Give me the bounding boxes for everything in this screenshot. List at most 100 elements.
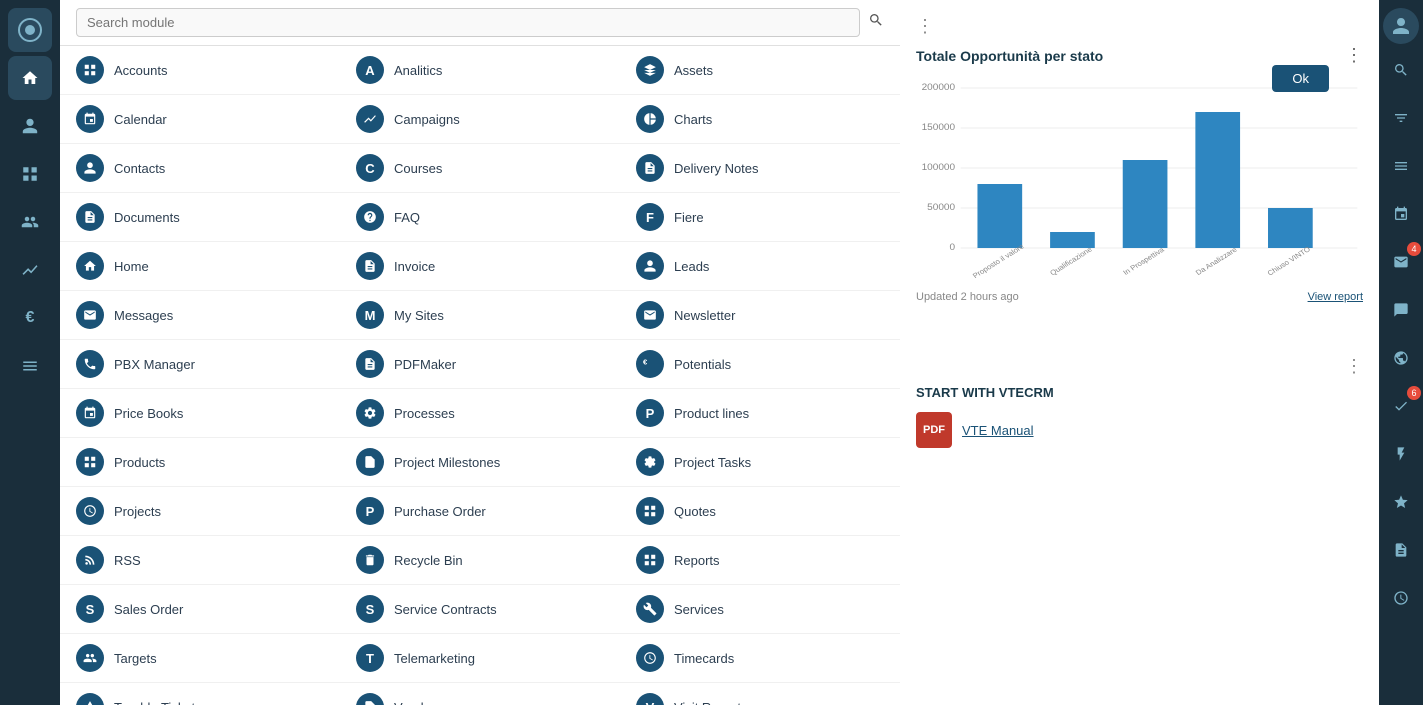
user-avatar[interactable]: [1383, 8, 1419, 44]
module-item-contacts[interactable]: Contacts: [60, 144, 340, 193]
module-item-product-lines[interactable]: PProduct lines: [620, 389, 900, 438]
module-item-services[interactable]: Services: [620, 585, 900, 634]
module-item-potentials[interactable]: €Potentials: [620, 340, 900, 389]
module-name-leads: Leads: [674, 259, 709, 274]
module-item-vendors[interactable]: Vendors: [340, 683, 620, 705]
module-item-projects[interactable]: Projects: [60, 487, 340, 536]
filter-right-icon[interactable]: [1379, 96, 1423, 140]
logo-icon[interactable]: [8, 8, 52, 52]
module-item-charts[interactable]: Charts: [620, 95, 900, 144]
module-item-leads[interactable]: Leads: [620, 242, 900, 291]
module-name-campaigns: Campaigns: [394, 112, 460, 127]
module-grid: AccountsAAnaliticsAssets Calendar Campaign…: [60, 46, 900, 705]
module-item-accounts[interactable]: Accounts: [60, 46, 340, 95]
module-item-visit-report[interactable]: VVisit Report: [620, 683, 900, 705]
module-icon-quotes: [636, 497, 664, 525]
dashboard-sidebar-icon[interactable]: [8, 152, 52, 196]
check-right-wrap: 6: [1379, 384, 1423, 428]
search-input[interactable]: [76, 8, 860, 37]
module-item-delivery-notes[interactable]: Delivery Notes: [620, 144, 900, 193]
module-item-assets[interactable]: Assets: [620, 46, 900, 95]
module-item-fiere[interactable]: FFiere: [620, 193, 900, 242]
module-item-invoice[interactable]: Invoice: [340, 242, 620, 291]
start-menu-icon[interactable]: ⋮: [1345, 356, 1363, 377]
globe-right-icon[interactable]: [1379, 336, 1423, 380]
module-icon-pbx-manager: [76, 350, 104, 378]
module-item-timecards[interactable]: Timecards: [620, 634, 900, 683]
module-icon-delivery-notes: [636, 154, 664, 182]
module-name-quotes: Quotes: [674, 504, 716, 519]
ok-button[interactable]: Ok: [1272, 65, 1329, 92]
clock-right-icon[interactable]: [1379, 576, 1423, 620]
menu-sidebar-icon[interactable]: [8, 344, 52, 388]
module-name-documents: Documents: [114, 210, 180, 225]
chart-sidebar-icon[interactable]: [8, 248, 52, 292]
vte-manual-link[interactable]: VTE Manual: [962, 423, 1034, 438]
module-icon-accounts: [76, 56, 104, 84]
svg-text:0: 0: [950, 242, 956, 252]
module-icon-timecards: [636, 644, 664, 672]
chart-dots-left[interactable]: ⋮: [916, 16, 934, 37]
module-item-quotes[interactable]: Quotes: [620, 487, 900, 536]
module-item-home[interactable]: Home: [60, 242, 340, 291]
calendar-right-icon[interactable]: [1379, 192, 1423, 236]
module-icon-telemarketing: T: [356, 644, 384, 672]
module-icon-contacts: [76, 154, 104, 182]
module-icon-vendors: [356, 693, 384, 705]
list-right-icon[interactable]: [1379, 144, 1423, 188]
person-sidebar-icon[interactable]: [8, 104, 52, 148]
svg-text:€: €: [643, 358, 648, 367]
module-item-price-books[interactable]: Price Books: [60, 389, 340, 438]
module-icon-recycle-bin: [356, 546, 384, 574]
module-icon-charts: [636, 105, 664, 133]
start-section: ⋮ START WITH VTECRM PDF VTE Manual: [900, 340, 1379, 705]
search-button[interactable]: [868, 12, 884, 33]
module-item-reports[interactable]: Reports: [620, 536, 900, 585]
module-item-messages[interactable]: Messages: [60, 291, 340, 340]
vte-manual-item[interactable]: PDF VTE Manual: [916, 412, 1363, 448]
view-report-link[interactable]: View report: [1308, 291, 1363, 303]
module-item-pdfmaker[interactable]: PDFMaker: [340, 340, 620, 389]
search-right-icon[interactable]: [1379, 48, 1423, 92]
module-item-service-contracts[interactable]: SService Contracts: [340, 585, 620, 634]
module-item-products[interactable]: Products: [60, 438, 340, 487]
module-icon-potentials: €: [636, 350, 664, 378]
module-item-campaigns[interactable]: Campaigns: [340, 95, 620, 144]
star-right-icon[interactable]: [1379, 480, 1423, 524]
users-sidebar-icon[interactable]: [8, 200, 52, 244]
euro-sidebar-icon[interactable]: €: [8, 296, 52, 340]
chat-right-icon[interactable]: [1379, 288, 1423, 332]
module-item-project-tasks[interactable]: Project Tasks: [620, 438, 900, 487]
home-sidebar-icon[interactable]: [8, 56, 52, 100]
module-item-targets[interactable]: Targets: [60, 634, 340, 683]
module-item-sales-order[interactable]: SSales Order: [60, 585, 340, 634]
module-item-rss[interactable]: RSS: [60, 536, 340, 585]
module-item-processes[interactable]: Processes: [340, 389, 620, 438]
module-item-telemarketing[interactable]: TTelemarketing: [340, 634, 620, 683]
module-icon-product-lines: P: [636, 399, 664, 427]
svg-text:In Prospettiva: In Prospettiva: [1121, 245, 1166, 277]
module-item-project-milestones[interactable]: Project Milestones: [340, 438, 620, 487]
module-item-courses[interactable]: CCourses: [340, 144, 620, 193]
chart-menu-icon[interactable]: ⋮: [1345, 45, 1363, 66]
module-item-trouble-tickets[interactable]: Trouble Tickets: [60, 683, 340, 705]
bar-prospettiva: [1123, 160, 1168, 248]
doc-right-icon[interactable]: [1379, 528, 1423, 572]
chart-title: Totale Opportunità per stato: [916, 48, 1103, 64]
module-item-calendar[interactable]: Calendar: [60, 95, 340, 144]
module-icon-campaigns: [356, 105, 384, 133]
svg-text:200000: 200000: [922, 82, 956, 92]
module-name-my-sites: My Sites: [394, 308, 444, 323]
bolt-right-icon[interactable]: [1379, 432, 1423, 476]
module-item-documents[interactable]: Documents: [60, 193, 340, 242]
module-item-newsletter[interactable]: Newsletter: [620, 291, 900, 340]
module-icon-assets: [636, 56, 664, 84]
module-item-pbx-manager[interactable]: PBX Manager: [60, 340, 340, 389]
module-item-my-sites[interactable]: MMy Sites: [340, 291, 620, 340]
module-item-analitics[interactable]: AAnalitics: [340, 46, 620, 95]
module-item-faq[interactable]: FAQ: [340, 193, 620, 242]
module-name-newsletter: Newsletter: [674, 308, 735, 323]
module-item-recycle-bin[interactable]: Recycle Bin: [340, 536, 620, 585]
module-item-purchase-order[interactable]: PPurchase Order: [340, 487, 620, 536]
module-icon-projects: [76, 497, 104, 525]
